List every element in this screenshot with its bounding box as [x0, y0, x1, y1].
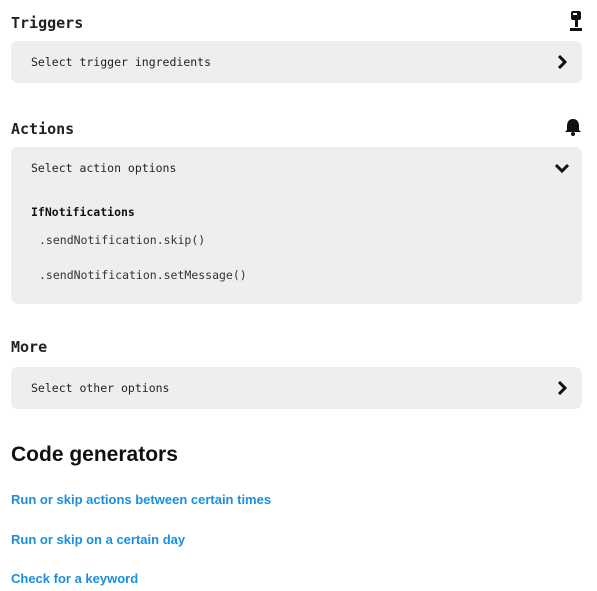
ifnotifications-group-title: IfNotifications — [31, 205, 135, 219]
triggers-header: Triggers — [11, 10, 583, 36]
link-check-for-keyword[interactable]: Check for a keyword — [11, 571, 138, 586]
select-other-options-button[interactable]: Select other options — [11, 367, 582, 409]
select-trigger-ingredients-button[interactable]: Select trigger ingredients — [11, 41, 582, 83]
more-panel: Select other options — [11, 367, 582, 409]
chevron-down-icon — [554, 160, 570, 176]
actions-title: Actions — [11, 120, 75, 138]
actions-panel: Select action options IfNotifications .s… — [11, 147, 582, 304]
bell-icon — [563, 117, 583, 141]
more-header: More — [11, 338, 583, 356]
code-generators-title: Code generators — [11, 443, 178, 466]
action-item-skip[interactable]: .sendNotification.skip() — [39, 233, 205, 247]
chevron-right-icon — [554, 380, 570, 396]
link-run-or-skip-on-day[interactable]: Run or skip on a certain day — [11, 532, 185, 547]
actions-header: Actions — [11, 117, 583, 141]
select-action-label: Select action options — [31, 161, 177, 175]
select-trigger-label: Select trigger ingredients — [31, 55, 212, 69]
more-title: More — [11, 338, 48, 356]
trigger-icon — [569, 10, 583, 36]
select-other-label: Select other options — [31, 381, 170, 395]
triggers-title: Triggers — [11, 14, 84, 32]
link-run-or-skip-between-times[interactable]: Run or skip actions between certain time… — [11, 492, 271, 507]
chevron-right-icon — [554, 54, 570, 70]
select-action-options-button[interactable]: Select action options — [11, 147, 582, 189]
action-item-set-message[interactable]: .sendNotification.setMessage() — [39, 268, 247, 282]
triggers-panel: Select trigger ingredients — [11, 41, 582, 83]
